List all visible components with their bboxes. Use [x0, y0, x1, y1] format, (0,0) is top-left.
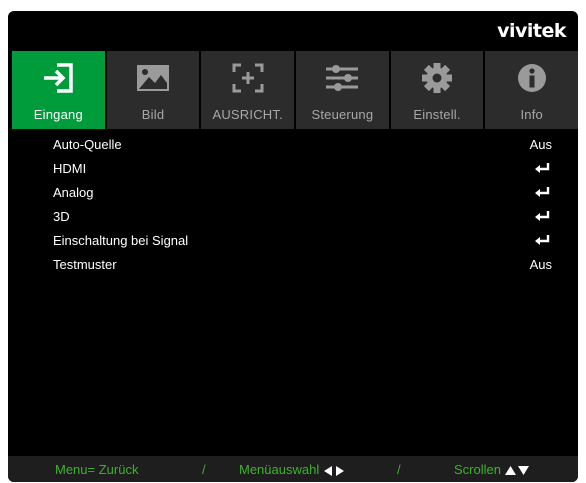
tab-label: AUSRICHT.: [212, 107, 283, 122]
brand-bar: vivitek: [8, 11, 578, 51]
enter-icon: [535, 235, 550, 245]
menu-item-label: HDMI: [53, 161, 87, 176]
input-arrow-icon: [38, 61, 78, 95]
menu-item-label: Auto-Quelle: [53, 137, 122, 152]
help-separator: /: [202, 462, 206, 477]
menu-item-einschaltung-bei-signal[interactable]: Einschaltung bei Signal: [8, 229, 578, 253]
left-right-arrows-icon: [323, 465, 344, 476]
menu-list: Auto-Quelle Aus HDMI Analog 3D Einschalt…: [8, 133, 578, 277]
tab-bar: Eingang Bild AUSRICHT. Steuerung Einstel…: [12, 51, 578, 129]
help-bar: Menu= Zurück / Menüauswahl / Scrollen: [8, 456, 578, 482]
tab-einstell[interactable]: Einstell.: [390, 51, 484, 129]
menu-item-label: Einschaltung bei Signal: [53, 233, 189, 248]
menu-item-label: Analog: [53, 185, 94, 200]
help-back-text: Menu= Zurück: [55, 462, 139, 477]
menu-item-label: 3D: [53, 209, 70, 224]
help-scroll-text: Scrollen: [454, 462, 501, 477]
menu-item-auto-quelle[interactable]: Auto-Quelle Aus: [8, 133, 578, 157]
menu-item-value: Aus: [529, 137, 552, 152]
info-icon: [512, 61, 552, 95]
menu-item-testmuster[interactable]: Testmuster Aus: [8, 253, 578, 277]
tab-label: Einstell.: [413, 107, 461, 122]
tab-label: Steuerung: [311, 107, 374, 122]
tab-label: Info: [520, 107, 543, 122]
tab-steuerung[interactable]: Steuerung: [296, 51, 389, 129]
up-down-arrows-icon: [504, 466, 529, 476]
sliders-icon: [322, 61, 362, 95]
enter-icon: [535, 163, 550, 173]
menu-item-hdmi[interactable]: HDMI: [8, 157, 578, 181]
tab-label: Eingang: [33, 107, 83, 122]
help-scroll-group: Scrollen: [454, 462, 529, 477]
tab-eingang[interactable]: Eingang: [12, 51, 105, 129]
picture-icon: [133, 61, 173, 95]
tab-ausricht[interactable]: AUSRICHT.: [201, 51, 295, 129]
osd-menu: vivitek Eingang Bild AUSRICHT. Steuerung…: [8, 11, 578, 482]
enter-icon: [535, 211, 550, 221]
tab-label: Bild: [141, 107, 165, 122]
help-select-group: Menüauswahl: [239, 462, 345, 477]
help-select-text: Menüauswahl: [239, 462, 320, 477]
menu-item-value: Aus: [529, 257, 552, 272]
gear-icon: [417, 61, 457, 95]
enter-icon: [535, 187, 550, 197]
alignment-frame-icon: [228, 61, 268, 95]
help-separator: /: [397, 462, 401, 477]
menu-item-label: Testmuster: [53, 257, 117, 272]
brand-logo: vivitek: [497, 20, 566, 42]
menu-item-3d[interactable]: 3D: [8, 205, 578, 229]
menu-item-analog[interactable]: Analog: [8, 181, 578, 205]
tab-bild[interactable]: Bild: [106, 51, 200, 129]
tab-info[interactable]: Info: [485, 51, 578, 129]
